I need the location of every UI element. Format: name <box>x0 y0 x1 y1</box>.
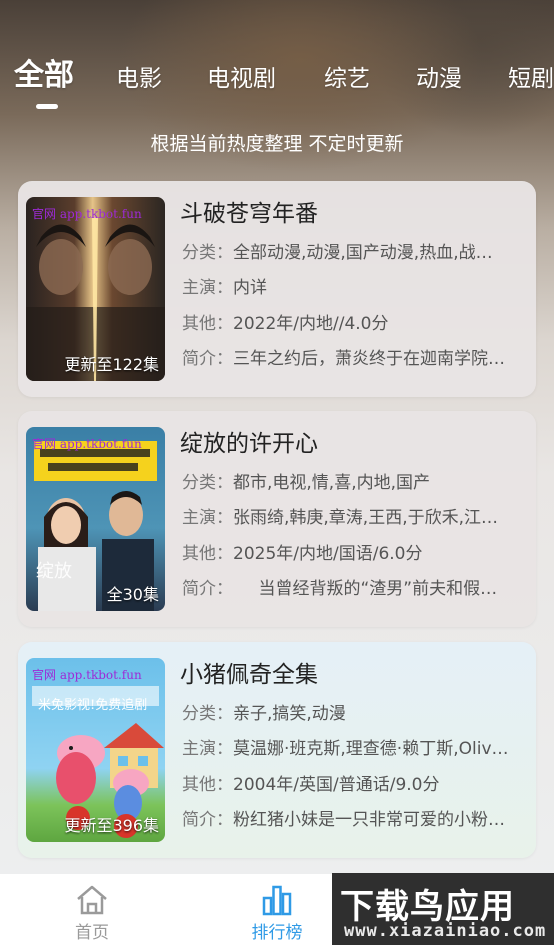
ranking-card[interactable]: 绽放 官网 app.tkbot.fun 全30集 绽放的许开心 分类：都市,电视… <box>18 411 536 627</box>
card-title: 小猪佩奇全集 <box>180 662 318 688</box>
category-row: 分类：全部动漫,动漫,国产动漫,热血,战… <box>182 243 493 263</box>
tab-short-drama[interactable]: 短剧 <box>508 64 554 94</box>
poster-watermark: 官网 app.tkbot.fun <box>32 668 142 682</box>
nav-ranking[interactable]: 排行榜 <box>232 884 322 944</box>
other-row: 其他：2025年/内地/国语/6.0分 <box>182 544 423 564</box>
poster-watermark: 官网 app.tkbot.fun <box>32 207 142 221</box>
cast-row: 主演：张雨绮,韩庚,章涛,王西,于欣禾,江… <box>182 508 499 528</box>
episode-badge: 更新至396集 <box>64 816 159 835</box>
other-row: 其他：2022年/内地//4.0分 <box>182 314 389 334</box>
episode-badge: 更新至122集 <box>64 355 159 374</box>
site-watermark-url: www.xiazainiao.com <box>344 921 547 941</box>
intro-row: 简介：三年之约后，萧炎终于在迦南学院… <box>182 349 505 369</box>
tab-variety[interactable]: 综艺 <box>324 64 370 94</box>
poster-image: 官网 app.tkbot.fun 更新至122集 <box>26 197 165 381</box>
category-row: 分类：亲子,搞笑,动漫 <box>182 704 346 724</box>
category-row: 分类：都市,电视,情,喜,内地,国产 <box>182 473 431 493</box>
nav-home-label: 首页 <box>75 923 109 943</box>
intro-row: 简介：粉红猪小妹是一只非常可爱的小粉… <box>182 810 505 830</box>
cast-row: 主演：莫温娜·班克斯,理查德·赖丁斯,Oliv… <box>182 739 509 759</box>
tab-tv[interactable]: 电视剧 <box>207 64 276 94</box>
ranking-card[interactable]: 官网 app.tkbot.fun 米兔影视!免费追剧 更新至396集 小猪佩奇全… <box>18 642 536 858</box>
cast-row: 主演：内详 <box>182 278 267 298</box>
poster-tagline: 米兔影视!免费追剧 <box>38 698 148 713</box>
ranking-icon <box>262 885 292 916</box>
active-tab-indicator <box>36 104 58 109</box>
nav-ranking-label: 排行榜 <box>251 923 303 943</box>
poster-watermark: 官网 app.tkbot.fun <box>32 437 142 451</box>
tab-anime[interactable]: 动漫 <box>416 64 462 94</box>
nav-home[interactable]: 首页 <box>47 884 137 944</box>
bottom-safe-area <box>0 945 554 950</box>
list-subtitle: 根据当前热度整理 不定时更新 <box>150 133 404 155</box>
intro-row: 简介： 当曾经背叛的“渣男”前夫和假… <box>182 579 498 599</box>
tab-all[interactable]: 全部 <box>14 61 74 91</box>
tab-movie[interactable]: 电影 <box>116 64 162 94</box>
episode-badge: 全30集 <box>106 585 159 604</box>
category-tabs: 全部 电影 电视剧 综艺 动漫 短剧 <box>0 52 554 112</box>
home-icon <box>77 885 107 915</box>
site-watermark-logo: 下载鸟应用 www.xiazainiao.com <box>332 873 554 945</box>
ranking-card[interactable]: 官网 app.tkbot.fun 更新至122集 斗破苍穹年番 分类：全部动漫,… <box>18 181 536 397</box>
card-title: 绽放的许开心 <box>180 431 318 457</box>
poster-image: 官网 app.tkbot.fun 米兔影视!免费追剧 更新至396集 <box>26 658 165 842</box>
card-title: 斗破苍穹年番 <box>180 201 318 227</box>
svg-text:绽放: 绽放 <box>36 561 72 582</box>
other-row: 其他：2004年/英国/普通话/9.0分 <box>182 775 440 795</box>
poster-image: 绽放 官网 app.tkbot.fun 全30集 <box>26 427 165 611</box>
